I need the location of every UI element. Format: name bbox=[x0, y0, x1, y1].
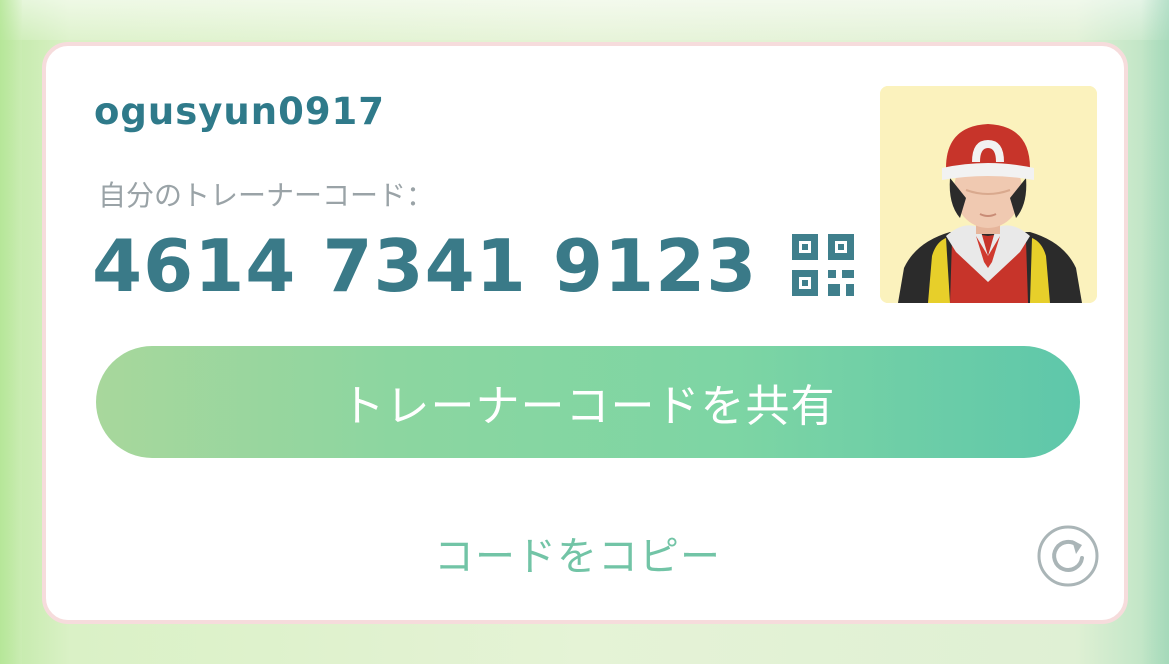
trainer-avatar[interactable] bbox=[880, 86, 1097, 303]
trainer-code-card: ogusyun0917 自分のトレーナーコード： 4614 7341 9123 bbox=[42, 42, 1128, 624]
copy-code-button[interactable]: コードをコピー bbox=[434, 524, 721, 582]
refresh-icon[interactable] bbox=[1036, 524, 1100, 588]
background-top-blur bbox=[0, 0, 1169, 40]
trainer-code-value: 4614 7341 9123 bbox=[92, 224, 758, 308]
background-left-edge bbox=[0, 0, 22, 664]
share-button-label: トレーナーコードを共有 bbox=[340, 381, 836, 432]
trainer-username: ogusyun0917 bbox=[94, 90, 386, 133]
trainer-code-label: 自分のトレーナーコード： bbox=[98, 179, 435, 212]
qr-code-icon[interactable] bbox=[790, 232, 856, 298]
background-right-edge bbox=[1141, 0, 1169, 664]
share-trainer-code-button[interactable]: トレーナーコードを共有 bbox=[96, 346, 1080, 458]
